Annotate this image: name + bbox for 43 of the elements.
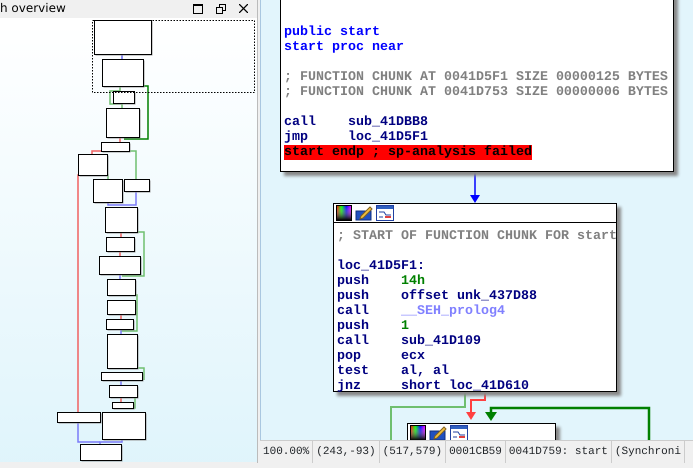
instruction-mnemonic: call <box>337 304 370 319</box>
instruction-mnemonic: test <box>337 364 370 379</box>
instruction-operand: sub_41D109 <box>401 334 481 349</box>
code-line: start proc near <box>284 40 404 55</box>
graph-window-icon[interactable] <box>376 205 394 221</box>
status-field: (Synchroni <box>612 441 685 463</box>
instruction-mnemonic: call <box>284 115 317 130</box>
status-field: (243,-93) <box>313 441 380 463</box>
panel-title: h overview <box>0 0 66 17</box>
status-field: 0001CB59 <box>446 441 506 463</box>
instruction-mnemonic: jmp <box>284 130 309 145</box>
status-field: (517,579) <box>380 441 446 463</box>
instruction-mnemonic: push <box>337 319 370 334</box>
close-icon <box>238 4 248 13</box>
graph-window-icon[interactable] <box>450 425 468 440</box>
code-comment: ; FUNCTION CHUNK AT 0041D753 SIZE 00000006 BYTES <box>284 85 668 100</box>
maximize-icon <box>193 4 203 14</box>
instruction-operand: 14h <box>401 274 425 289</box>
instruction-operand: offset unk_437D88 <box>401 289 537 304</box>
color-palette-icon[interactable] <box>410 425 426 440</box>
pencil-icon[interactable] <box>355 205 373 221</box>
instruction-mnemonic: pop <box>337 349 362 364</box>
instruction-operand: loc_41D5F1 <box>348 130 428 145</box>
instruction-operand: al, al <box>401 364 449 379</box>
code-line: public start <box>284 25 380 40</box>
instruction-mnemonic: jnz <box>337 379 362 394</box>
code-comment: ; START OF FUNCTION CHUNK FOR start <box>337 229 617 244</box>
instruction-operand: __SEH_prolog4 <box>401 304 505 319</box>
instruction-operand: sub_41DBB8 <box>348 115 428 130</box>
instruction-operand: 1 <box>401 319 409 334</box>
code-label: loc_41D5F1: <box>337 259 425 274</box>
instruction-mnemonic: call <box>337 334 370 349</box>
status-field: 100.00% <box>260 441 314 463</box>
instruction-mnemonic: push <box>337 289 370 304</box>
edge-arrow <box>470 172 480 203</box>
instruction-mnemonic: push <box>337 274 370 289</box>
instruction-operand: ecx <box>401 349 425 364</box>
pencil-icon[interactable] <box>429 425 447 440</box>
status-field: 0041D759: start <box>506 441 612 463</box>
restore-icon <box>216 4 226 14</box>
instruction-operand: short loc_41D610 <box>401 379 529 394</box>
code-comment: ; FUNCTION CHUNK AT 0041D5F1 SIZE 00000125 BYTES <box>284 70 668 85</box>
color-palette-icon[interactable] <box>336 205 352 221</box>
